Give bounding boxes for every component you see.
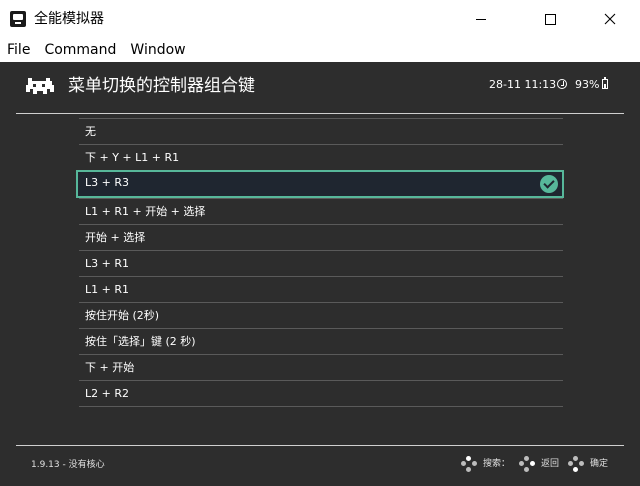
close-icon — [604, 13, 616, 25]
version-info: 1.9.13 - 没有核心 — [31, 460, 105, 470]
option-item[interactable]: 按住「选择」键 (2 秒) — [79, 328, 563, 354]
minimize-icon — [476, 18, 486, 20]
battery-status: 93% — [575, 77, 609, 92]
option-label: 开始 + 选择 — [85, 231, 146, 244]
option-item[interactable]: 按住开始 (2秒) — [79, 302, 563, 328]
option-label: L1 + R1 + 开始 + 选择 — [85, 205, 206, 218]
battery-text: 93% — [575, 78, 600, 91]
datetime-status: 28-11 11:13 — [489, 78, 568, 92]
maximize-button[interactable] — [527, 0, 573, 38]
gamepad-face-buttons-icon — [519, 456, 535, 472]
option-label: 下 + Y + L1 + R1 — [85, 151, 180, 164]
option-item[interactable]: L2 + R2 — [79, 380, 563, 406]
option-item[interactable]: 下 + 开始 — [79, 354, 563, 380]
close-button[interactable] — [587, 0, 633, 38]
option-item[interactable]: L1 + R1 + 开始 + 选择 — [79, 198, 563, 224]
option-item-selected[interactable]: L3 + R3 — [76, 170, 564, 198]
menu-file[interactable]: File — [7, 40, 30, 60]
ok-hint-label: 确定 — [590, 459, 609, 469]
option-label: L2 + R2 — [85, 387, 129, 400]
ok-hint[interactable]: 确定 — [568, 456, 608, 472]
minimize-button[interactable] — [458, 0, 504, 38]
option-label: 无 — [85, 125, 96, 138]
window-title-bar: 全能模拟器 — [0, 0, 640, 38]
app-icon — [10, 11, 26, 27]
option-item[interactable]: 无 — [79, 118, 563, 144]
option-list: 无 下 + Y + L1 + R1 L3 + R3 L1 + R1 + 开始 +… — [76, 118, 564, 407]
option-item[interactable]: 下 + Y + L1 + R1 — [79, 144, 563, 170]
back-hint[interactable]: 返回 — [519, 456, 559, 472]
menu-header: 菜单切换的控制器组合键 28-11 11:13 93% — [0, 62, 640, 112]
list-divider — [79, 406, 563, 407]
gamepad-face-buttons-icon — [461, 456, 477, 472]
gamepad-face-buttons-icon — [568, 456, 584, 472]
option-item[interactable]: L3 + R1 — [79, 250, 563, 276]
menu-command[interactable]: Command — [44, 40, 116, 60]
menu-bar: File Command Window — [0, 38, 640, 62]
page-title: 菜单切换的控制器组合键 — [68, 76, 255, 96]
header-divider — [16, 113, 624, 114]
maximize-icon — [544, 13, 556, 25]
option-label: L3 + R1 — [85, 257, 129, 270]
option-label: 按住「选择」键 (2 秒) — [85, 335, 196, 348]
datetime-text: 28-11 11:13 — [489, 78, 557, 91]
back-hint-label: 返回 — [541, 459, 560, 469]
footer-divider — [16, 445, 624, 446]
menu-window[interactable]: Window — [130, 40, 185, 60]
search-hint-label: 搜索： — [483, 459, 511, 469]
battery-icon — [602, 77, 609, 89]
option-label: 下 + 开始 — [85, 361, 135, 374]
option-label: L3 + R3 — [85, 176, 129, 189]
clock-icon — [557, 79, 568, 89]
search-hint[interactable]: 搜索： — [461, 456, 510, 472]
option-label: 按住开始 (2秒) — [85, 309, 160, 322]
check-circle-icon — [540, 175, 558, 193]
option-item[interactable]: 开始 + 选择 — [79, 224, 563, 250]
option-item[interactable]: L1 + R1 — [79, 276, 563, 302]
space-invader-icon — [26, 78, 54, 94]
option-label: L1 + R1 — [85, 283, 129, 296]
window-title: 全能模拟器 — [34, 11, 104, 27]
